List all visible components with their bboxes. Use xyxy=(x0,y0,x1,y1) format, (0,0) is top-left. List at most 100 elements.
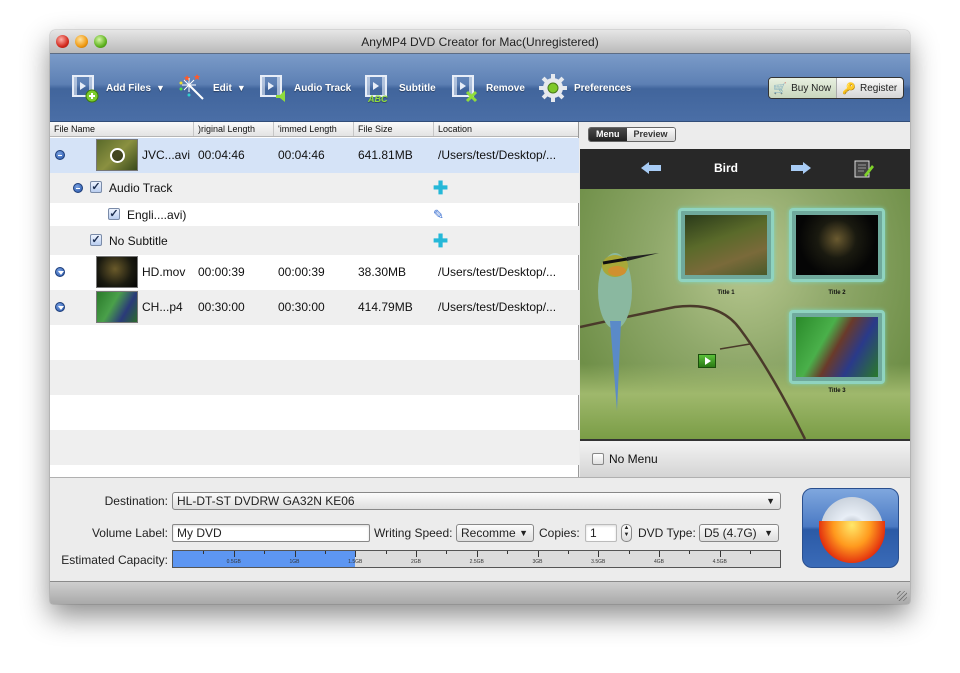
column-header-file-name[interactable]: File Name xyxy=(50,122,194,136)
burn-button[interactable] xyxy=(802,488,899,568)
file-location: /Users/test/Desktop/... xyxy=(438,265,557,279)
file-location: /Users/test/Desktop/... xyxy=(438,300,557,314)
status-bar xyxy=(50,581,910,604)
destination-select[interactable]: HL-DT-ST DVDRW GA32N KE06 ▼ xyxy=(172,492,781,510)
column-header-trimmed-length[interactable]: 'immed Length xyxy=(274,122,354,136)
capacity-tick xyxy=(446,551,448,554)
file-name: HD.mov xyxy=(142,265,186,279)
dvd-type-select[interactable]: D5 (4.7G) ▼ xyxy=(699,524,779,542)
add-subtitle-icon[interactable]: ✚ xyxy=(433,232,448,250)
collapse-icon[interactable] xyxy=(73,183,83,193)
row-stripe xyxy=(50,360,579,395)
resize-grip[interactable] xyxy=(897,591,907,601)
writing-speed-select[interactable]: Recomme ▼ xyxy=(456,524,534,542)
original-length: 00:04:46 xyxy=(198,148,245,162)
remove-button[interactable]: Remove xyxy=(450,73,525,103)
capacity-tick xyxy=(476,551,478,557)
row-stripe xyxy=(50,430,579,465)
capacity-tick-label: 4.5GB xyxy=(712,559,727,565)
copies-input[interactable]: 1 xyxy=(585,524,617,542)
add-files-button[interactable]: Add Files ▼ xyxy=(70,73,165,103)
magic-wand-icon xyxy=(179,74,204,100)
trimmed-length: 00:30:00 xyxy=(278,300,325,314)
volume-label-label: Volume Label: xyxy=(91,526,168,540)
expand-icon[interactable] xyxy=(55,302,65,312)
capacity-tick-label: 2.5GB xyxy=(469,559,484,565)
title-1-thumbnail[interactable] xyxy=(678,208,774,282)
next-template-arrow-icon[interactable] xyxy=(791,162,811,174)
writing-speed-label: Writing Speed: xyxy=(374,526,453,540)
tab-preview[interactable]: Preview xyxy=(626,128,675,141)
destination-value: HL-DT-ST DVDRW GA32N KE06 xyxy=(177,494,355,508)
file-size: 641.81MB xyxy=(358,148,413,162)
title-bar[interactable]: AnyMP4 DVD Creator for Mac(Unregistered) xyxy=(50,30,910,54)
audio-track-row: ✓ Audio Track ✚ xyxy=(50,173,579,203)
chevron-down-icon: ▼ xyxy=(764,528,773,538)
no-menu-label: No Menu xyxy=(609,452,658,466)
remove-label: Remove xyxy=(486,82,525,94)
svg-text:ABC: ABC xyxy=(367,94,388,103)
title-3-thumbnail[interactable] xyxy=(789,310,885,384)
collapse-icon[interactable] xyxy=(55,150,65,160)
edit-menu-icon[interactable] xyxy=(854,160,874,178)
column-header-file-size[interactable]: File Size xyxy=(354,122,434,136)
no-menu-option[interactable]: No Menu xyxy=(580,439,910,477)
preferences-button[interactable]: Preferences xyxy=(538,73,631,103)
audio-track-checkbox[interactable]: ✓ xyxy=(90,181,102,193)
subtitle-label: No Subtitle xyxy=(109,234,168,248)
edit-pencil-icon[interactable]: ✎ xyxy=(433,207,444,223)
remove-icon xyxy=(452,75,478,103)
capacity-tick xyxy=(264,551,266,554)
play-all-button[interactable] xyxy=(698,354,716,368)
trimmed-length: 00:00:39 xyxy=(278,265,325,279)
expand-icon[interactable] xyxy=(55,267,65,277)
capacity-tick xyxy=(203,551,205,554)
register-button[interactable]: 🔑 Register xyxy=(837,78,904,98)
capacity-tick xyxy=(598,551,600,557)
dvd-type-label: DVD Type: xyxy=(638,526,696,540)
capacity-tick xyxy=(659,551,660,557)
chevron-down-icon: ▼ xyxy=(766,496,775,506)
capacity-tick xyxy=(719,551,721,557)
title-2-thumbnail[interactable] xyxy=(789,208,885,282)
file-row[interactable]: JVC...avi 00:04:46 00:04:46 641.81MB /Us… xyxy=(50,138,579,173)
copies-label: Copies: xyxy=(539,526,580,540)
dvd-type-value: D5 (4.7G) xyxy=(704,526,757,540)
audio-track-button[interactable]: Audio Track xyxy=(258,73,351,103)
capacity-tick-label: 3GB xyxy=(532,559,543,565)
copies-stepper[interactable]: ▲ ▼ xyxy=(621,524,632,542)
no-menu-checkbox[interactable] xyxy=(592,453,604,465)
capacity-tick xyxy=(507,551,509,554)
column-header-location[interactable]: Location xyxy=(434,122,578,136)
capacity-label: Estimated Capacity: xyxy=(61,553,168,567)
file-location: /Users/test/Desktop/... xyxy=(438,148,557,162)
settings-panel: Destination: HL-DT-ST DVDRW GA32N KE06 ▼ … xyxy=(50,477,910,581)
add-audio-icon[interactable]: ✚ xyxy=(433,179,448,197)
subtitle-label: Subtitle xyxy=(399,82,436,94)
buy-now-button[interactable]: 🛒 Buy Now xyxy=(769,78,837,98)
original-length: 00:30:00 xyxy=(198,300,245,314)
capacity-tick xyxy=(567,551,569,554)
title-2-label: Title 2 xyxy=(828,290,846,296)
volume-label-input[interactable]: My DVD xyxy=(172,524,370,542)
tab-menu[interactable]: Menu xyxy=(589,128,627,141)
menu-panel: Menu Preview Bird Title 1 Title 2 Title … xyxy=(580,122,910,477)
capacity-tick-label: 4GB xyxy=(653,559,665,565)
edit-button[interactable]: Edit ▼ xyxy=(177,73,246,103)
subtitle-button[interactable]: ABC Subtitle xyxy=(363,73,436,103)
buy-now-label: Buy Now xyxy=(791,82,832,94)
subtitle-checkbox[interactable]: ✓ xyxy=(90,234,102,246)
preferences-label: Preferences xyxy=(574,82,632,94)
capacity-tick xyxy=(750,551,752,554)
buy-register-group: 🛒 Buy Now 🔑 Register xyxy=(768,77,904,99)
file-row[interactable]: HD.mov 00:00:39 00:00:39 38.30MB /Users/… xyxy=(50,255,579,290)
file-row[interactable]: CH...p4 00:30:00 00:30:00 414.79MB /User… xyxy=(50,290,579,325)
toolbar: Add Files ▼ Edit ▼ Audio Track ABC Subtitl… xyxy=(50,54,910,122)
video-thumbnail xyxy=(96,291,138,323)
capacity-tick xyxy=(689,551,691,554)
title-3-label: Title 3 xyxy=(828,388,846,394)
register-label: Register xyxy=(859,82,898,94)
add-files-icon xyxy=(72,75,99,103)
audio-item-checkbox[interactable]: ✓ xyxy=(108,208,120,220)
column-header-original-length[interactable]: )riginal Length xyxy=(194,122,274,136)
